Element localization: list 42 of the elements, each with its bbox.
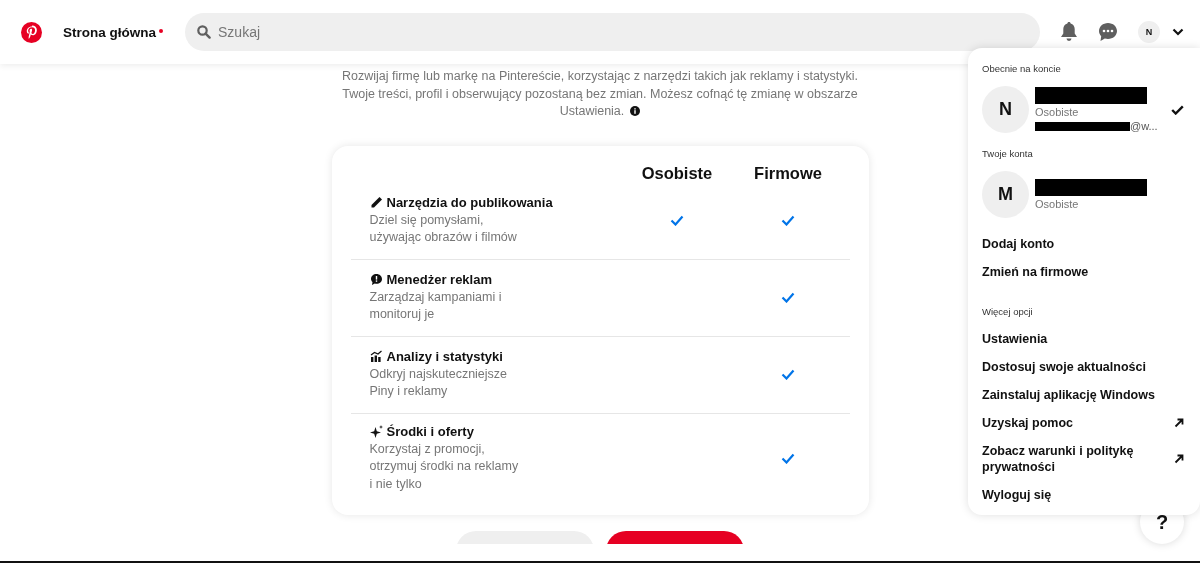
menu-item[interactable]: Zainstaluj aplikację Windows: [974, 381, 1192, 409]
account-item[interactable]: M Osobiste: [974, 167, 1192, 222]
account-avatar: N: [982, 86, 1029, 133]
feature-description: Odkryj najskuteczniejsze Piny i reklamy: [369, 365, 509, 400]
intro-text-line: Twoje treści, profil i obserwujący pozostaną bez zmian. Możesz cofnąć tę zmianę w obszarze: [342, 86, 858, 101]
account-type: Osobiste: [1035, 106, 1080, 118]
intro-text-line: Rozwijaj firmę lub markę na Pintereście, korzystając z narzędzi takich jak reklamy i statystyki.: [341, 69, 859, 83]
menu-item[interactable]: Zmień na firmowe: [974, 258, 1192, 286]
section-heading: Obecnie na koncie: [981, 62, 1062, 76]
account-type: Osobiste: [1035, 198, 1080, 210]
feature-description: Korzystaj z promocji, otrzymuj środki na reklamy i nie tylko: [369, 440, 520, 493]
pencil-icon: [369, 195, 383, 209]
pinterest-logo[interactable]: [21, 21, 42, 43]
menu-item[interactable]: Dostosuj swoje aktualności: [974, 353, 1192, 381]
chat-icon[interactable]: [1098, 22, 1118, 42]
feature-description: Dziel się pomysłami, używając obrazów i filmów: [369, 211, 518, 246]
account-item[interactable]: N Osobiste @w...: [974, 82, 1192, 137]
menu-item[interactable]: Ustawienia: [974, 325, 1192, 353]
account-avatar: M: [982, 171, 1029, 218]
speech-bubble-icon: [369, 272, 383, 286]
section-heading: Twoje konta: [981, 147, 1034, 161]
sparkle-icon: [369, 424, 383, 438]
account-email: @w...: [1130, 120, 1158, 132]
search-field[interactable]: Szukaj: [185, 13, 1040, 51]
chevron-down-icon[interactable]: [1172, 28, 1184, 36]
intro-text-line: Ustawienia.: [559, 104, 625, 118]
menu-item[interactable]: Dodaj konto: [974, 230, 1192, 258]
feature-description: Zarządzaj kampaniami i monitoruj je: [369, 288, 503, 323]
feature-title: Analizy i statystyki: [386, 348, 503, 364]
column-header: Firmowe: [753, 163, 823, 183]
feature-title: Środki i oferty: [386, 423, 474, 439]
bell-icon[interactable]: [1060, 22, 1078, 42]
column-header: Osobiste: [640, 163, 714, 183]
feature-title: Menedżer reklam: [386, 271, 492, 287]
info-icon[interactable]: [630, 106, 641, 116]
menu-item[interactable]: Zobacz warunki i politykę prywatności: [974, 437, 1192, 481]
menu-item[interactable]: Uzyskaj pomoc: [974, 409, 1192, 437]
bar-chart-icon: [369, 349, 383, 363]
feature-title: Narzędzia do publikowania: [386, 194, 553, 210]
section-heading: Więcej opcji: [981, 305, 1034, 319]
profile-avatar[interactable]: N: [1138, 21, 1160, 43]
home-tab[interactable]: Strona główna: [63, 24, 163, 40]
